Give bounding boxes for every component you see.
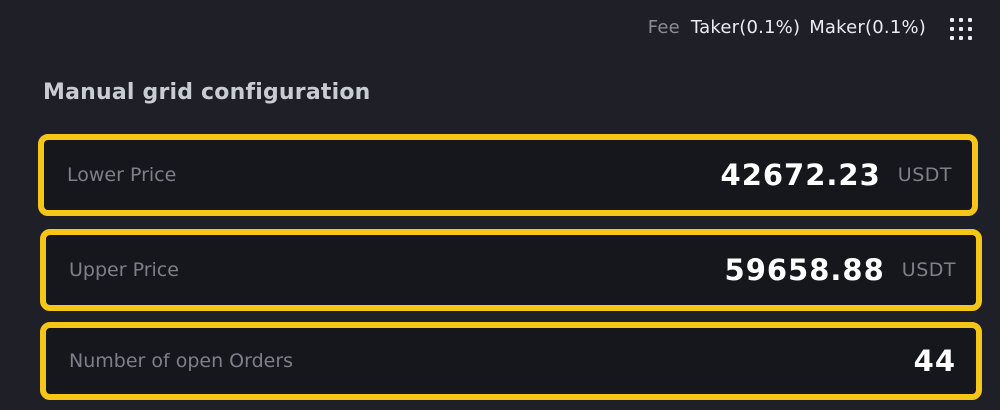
grid-dot <box>968 27 972 31</box>
grid-dot <box>968 18 972 22</box>
grid-dot <box>959 36 963 40</box>
grid-dot <box>950 36 954 40</box>
grid-dot <box>950 27 954 31</box>
grid-config-panel: Fee Taker(0.1%) Maker(0.1%) Manual grid … <box>0 0 1000 410</box>
lower-price-label: Lower Price <box>67 164 177 186</box>
grid-dot <box>959 27 963 31</box>
lower-price-value[interactable]: 42672.23 <box>721 158 881 192</box>
open-orders-value[interactable]: 44 <box>914 344 956 378</box>
grid-dot <box>950 18 954 22</box>
upper-price-label: Upper Price <box>69 259 179 281</box>
fee-info: Fee Taker(0.1%) Maker(0.1%) <box>648 17 926 38</box>
grid-dots-icon[interactable] <box>950 18 974 42</box>
lower-price-unit: USDT <box>897 164 952 186</box>
fee-label: Fee <box>647 17 680 38</box>
open-orders-field[interactable]: Number of open Orders 44 <box>40 322 982 400</box>
section-title: Manual grid configuration <box>43 80 371 105</box>
grid-dot <box>968 36 972 40</box>
lower-price-field[interactable]: Lower Price 42672.23 USDT <box>38 134 978 216</box>
upper-price-field[interactable]: Upper Price 59658.88 USDT <box>40 229 982 311</box>
maker-fee: Maker(0.1%) <box>809 17 926 38</box>
upper-price-value[interactable]: 59658.88 <box>725 253 885 287</box>
grid-dot <box>959 18 963 22</box>
upper-price-unit: USDT <box>901 259 956 281</box>
taker-fee: Taker(0.1%) <box>690 17 801 38</box>
open-orders-label: Number of open Orders <box>69 350 294 372</box>
